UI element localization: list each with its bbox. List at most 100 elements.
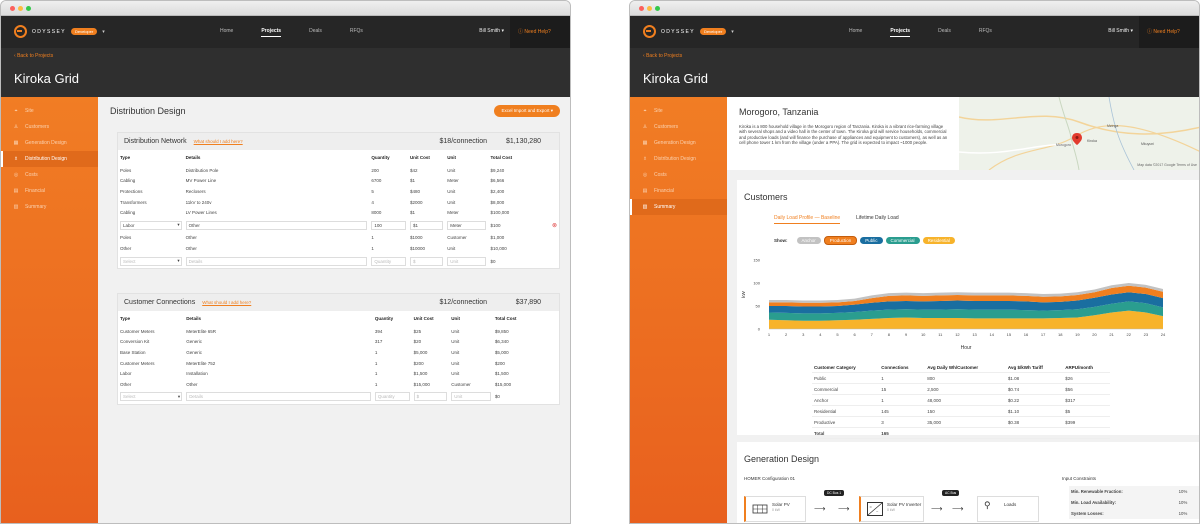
solar-pv-component[interactable]: Solar PV 0 kW bbox=[744, 496, 806, 522]
constraint-row[interactable]: System Losses: 10% bbox=[1069, 508, 1199, 519]
user-menu[interactable]: Bill Smith ▾ bbox=[1108, 28, 1133, 34]
tab-lifetime-daily-load[interactable]: Lifetime Daily Load bbox=[856, 215, 899, 224]
chevron-down-icon[interactable]: ▾ bbox=[102, 29, 105, 35]
table-row[interactable]: Labor ▾ Other 100 $1 Meter $100 ⊗ bbox=[118, 218, 559, 233]
filter-pill-residential[interactable]: Residential bbox=[922, 237, 955, 244]
nav-deals[interactable]: Deals bbox=[309, 28, 322, 37]
new-unit-cost-input[interactable]: $ bbox=[409, 256, 444, 266]
table-row[interactable]: Other Other 1 $10000 Unit $10,000 bbox=[118, 243, 559, 254]
cell-value[interactable]: Meter bbox=[447, 220, 487, 230]
help-link[interactable]: What should I add here? bbox=[194, 139, 243, 144]
cell-value: Poles bbox=[120, 235, 132, 241]
new-quantity-input[interactable]: Quantity bbox=[374, 392, 410, 402]
nav-home[interactable]: Home bbox=[220, 28, 233, 37]
maximize-window-button[interactable] bbox=[26, 6, 31, 11]
cell-value[interactable]: 100 bbox=[371, 220, 406, 230]
table-row[interactable]: Cabling LV Power Lines 8000 $1 Meter $100,000 bbox=[118, 207, 559, 218]
table-row[interactable]: Cabling MV Power Line 6700 $1 Meter $6,566 bbox=[118, 176, 559, 187]
cell-value[interactable]: $1 bbox=[409, 220, 444, 230]
cell-value[interactable]: $100 bbox=[490, 223, 500, 228]
sidebar-item-generation-design[interactable]: ▦ Generation Design bbox=[1, 135, 98, 151]
tab-daily-load-profile[interactable]: Daily Load Profile — Baseline bbox=[774, 215, 841, 224]
chevron-down-icon[interactable]: ▾ bbox=[178, 394, 180, 400]
new-type-input[interactable]: Select bbox=[120, 256, 182, 266]
sidebar-item-site[interactable]: ⌖ Site bbox=[1, 103, 98, 119]
logo[interactable]: ODYSSEY Developer ▾ bbox=[643, 25, 734, 38]
back-to-projects-link[interactable]: ‹ Back to Projects bbox=[14, 53, 53, 59]
new-unit-input[interactable]: Unit bbox=[447, 256, 487, 266]
nav-rfqs[interactable]: RFQs bbox=[350, 28, 363, 37]
column-header-actions bbox=[555, 311, 559, 326]
chevron-down-icon[interactable]: ▾ bbox=[731, 29, 734, 35]
cell-value: $10000 bbox=[409, 245, 425, 251]
x-tick-label: 14 bbox=[989, 332, 994, 337]
chevron-down-icon[interactable]: ▾ bbox=[177, 222, 179, 228]
sidebar-item-costs[interactable]: ◎ Costs bbox=[1, 167, 98, 183]
inverter-component[interactable]: = ~ Solar PV Inverter 0 kW bbox=[859, 496, 924, 522]
sidebar-item-summary[interactable]: ▥ Summary bbox=[1, 199, 98, 215]
cell-value[interactable]: Labor bbox=[120, 220, 182, 230]
sidebar-item-financial[interactable]: ▤ Financial bbox=[630, 183, 727, 199]
table-row[interactable]: Poles Other 1 $1000 Customer $1,000 bbox=[118, 233, 559, 244]
minimize-window-button[interactable] bbox=[18, 6, 23, 11]
constraint-row[interactable]: Min. Load Availability: 10% bbox=[1069, 497, 1199, 508]
new-quantity-input[interactable]: Quantity bbox=[371, 256, 406, 266]
help-link[interactable]: What should I add here? bbox=[202, 300, 251, 305]
loads-component[interactable]: ⚲ Loads bbox=[977, 496, 1039, 522]
nav-home[interactable]: Home bbox=[849, 28, 862, 37]
sidebar-item-distribution-design[interactable]: ♗ Distribution Design bbox=[630, 151, 727, 167]
table-row[interactable]: Customer Meters MeterElite 65R 394 $25 Unit $… bbox=[118, 326, 559, 337]
row-actions bbox=[550, 165, 559, 176]
need-help-button[interactable]: ⓘ Need Help? bbox=[1139, 16, 1199, 48]
summary-main: Morogoro, Tanzania Kiroka is a 800 house… bbox=[727, 97, 1199, 523]
x-tick-label: 24 bbox=[1161, 332, 1166, 337]
help-label: Need Help? bbox=[524, 29, 551, 35]
user-menu[interactable]: Bill Smith ▾ bbox=[479, 28, 504, 34]
minimize-window-button[interactable] bbox=[647, 6, 652, 11]
new-details-input[interactable]: Details bbox=[185, 256, 368, 266]
new-row[interactable]: Select ▾ Details Quantity $ Unit $0 bbox=[118, 254, 559, 269]
filter-pill-commercial[interactable]: Commercial bbox=[885, 237, 920, 244]
logo[interactable]: ODYSSEY Developer ▾ bbox=[14, 25, 105, 38]
nav-deals[interactable]: Deals bbox=[938, 28, 951, 37]
table-row[interactable]: Poles Distribution Pole 200 $42 Unit $9,240 bbox=[118, 165, 559, 176]
sidebar-item-costs[interactable]: ◎ Costs bbox=[630, 167, 727, 183]
table-row[interactable]: Protections Reclosers 5 $480 Unit $2,400 bbox=[118, 186, 559, 197]
table-row[interactable]: Transformers 11kV to 240v 4 $2000 Unit $8,000 bbox=[118, 197, 559, 208]
excel-import-export-button[interactable]: Excel Import and Export ▾ bbox=[494, 105, 560, 117]
filter-pill-anchor[interactable]: Anchor bbox=[796, 237, 821, 244]
cell-value[interactable]: Other bbox=[185, 220, 368, 230]
sidebar-item-distribution-design[interactable]: ♗ Distribution Design bbox=[1, 151, 98, 167]
sidebar-item-summary[interactable]: ▥ Summary bbox=[630, 199, 727, 215]
table-row[interactable]: Customer Meters MeterElite 752 1 $200 Unit $2… bbox=[118, 358, 559, 369]
back-to-projects-link[interactable]: ‹ Back to Projects bbox=[643, 53, 682, 59]
close-window-button[interactable] bbox=[639, 6, 644, 11]
sidebar-item-generation-design[interactable]: ▦ Generation Design bbox=[630, 135, 727, 151]
nav-projects[interactable]: Projects bbox=[890, 28, 911, 37]
chevron-down-icon[interactable]: ▾ bbox=[177, 258, 179, 264]
sidebar-item-customers[interactable]: ♙ Customers bbox=[630, 119, 727, 135]
sidebar-item-financial[interactable]: ▤ Financial bbox=[1, 183, 98, 199]
table-row[interactable]: Base Station Generic 1 $5,000 Unit $5,000 bbox=[118, 347, 559, 358]
maximize-window-button[interactable] bbox=[655, 6, 660, 11]
table-row[interactable]: Other Other 1 $15,000 Customer $15,000 bbox=[118, 379, 559, 390]
sidebar-item-site[interactable]: ⌖ Site bbox=[630, 103, 727, 119]
table-row[interactable]: Conversion Kit Generic 317 $20 Unit $6,340 bbox=[118, 337, 559, 348]
new-details-input[interactable]: Details bbox=[186, 392, 371, 402]
close-window-button[interactable] bbox=[10, 6, 15, 11]
new-unit-input[interactable]: Unit bbox=[451, 392, 491, 402]
filter-pill-public[interactable]: Public bbox=[860, 237, 883, 244]
remove-row-icon[interactable]: ⊗ bbox=[552, 223, 557, 229]
filter-pill-production[interactable]: Production bbox=[823, 236, 858, 245]
new-row[interactable]: Select ▾ Details Quantity $ Unit $0 bbox=[118, 390, 559, 405]
nav-rfqs[interactable]: RFQs bbox=[979, 28, 992, 37]
constraint-row[interactable]: Min. Renewable Fraction: 10% bbox=[1069, 486, 1199, 497]
table-row[interactable]: Labor Installation 1 $1,500 Unit $1,500 bbox=[118, 368, 559, 379]
nav-projects[interactable]: Projects bbox=[261, 28, 282, 37]
location-map[interactable]: Mzinga Morogoro Kiroka Mkuyuni Map data … bbox=[959, 97, 1199, 170]
connections-table: Type Details Quantity Unit Cost Unit Total Co… bbox=[118, 311, 559, 404]
need-help-button[interactable]: ⓘ Need Help? bbox=[510, 16, 570, 48]
new-unit-cost-input[interactable]: $ bbox=[413, 392, 448, 402]
new-type-input[interactable]: Select bbox=[120, 392, 183, 402]
sidebar-item-customers[interactable]: ♙ Customers bbox=[1, 119, 98, 135]
